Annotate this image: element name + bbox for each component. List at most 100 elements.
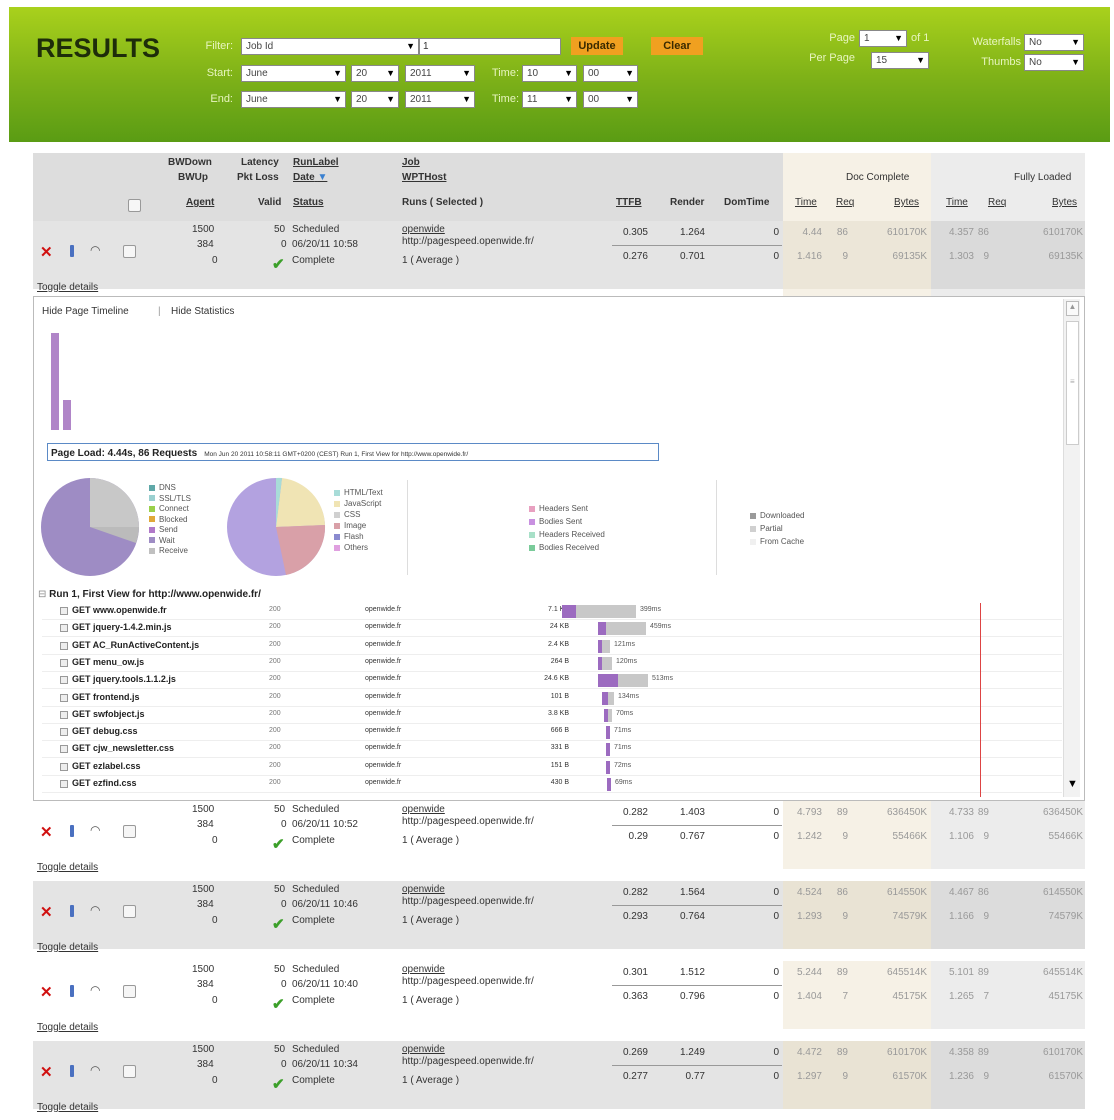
toggle-details-link[interactable]: Toggle details [37,282,98,293]
row-checkbox[interactable] [123,245,136,258]
job-link[interactable]: openwide [402,1044,445,1055]
run-title: ⊟ Run 1, First View for http://www.openw… [38,589,261,600]
gauge-icon[interactable]: ◠ [90,1063,100,1077]
gauge-icon[interactable]: ◠ [90,243,100,257]
filter-input[interactable]: 1 [419,38,561,55]
expand-icon[interactable] [60,693,68,702]
legend-swatch [750,512,756,519]
col-full-time[interactable]: Time [946,197,968,208]
gauge-icon[interactable]: ◠ [90,983,100,997]
col-agent[interactable]: Agent [186,197,214,208]
scrollbar-thumb[interactable]: ≡ [1066,321,1079,445]
scroll-down-icon[interactable]: ▼ [1066,778,1079,793]
col-status[interactable]: Status [293,197,324,208]
col-wpthost[interactable]: WPTHost [402,172,446,183]
job-link[interactable]: openwide [402,224,445,235]
expand-icon[interactable] [60,624,68,633]
end-month-select[interactable]: June ▼ [241,91,346,108]
ttfb-value-first: 0.269 [622,1047,648,1058]
start-hour-select[interactable]: 10 ▼ [522,65,577,82]
edit-icon[interactable] [70,905,74,917]
delete-icon[interactable]: ✕ [40,823,53,841]
per-page-select[interactable]: 15 ▼ [871,52,929,69]
job-link[interactable]: openwide [402,884,445,895]
job-link[interactable]: openwide [402,964,445,975]
expand-icon[interactable] [60,710,68,719]
end-day-select[interactable]: 20 ▼ [351,91,399,108]
legend-item: Headers Sent [529,504,588,513]
delete-icon[interactable]: ✕ [40,903,53,921]
row-checkbox[interactable] [123,985,136,998]
end-minute-select[interactable]: 00 ▼ [583,91,638,108]
col-full-req[interactable]: Req [988,197,1006,208]
gauge-icon[interactable]: ◠ [90,903,100,917]
gauge-icon[interactable]: ◠ [90,823,100,837]
col-doc-req[interactable]: Req [836,197,854,208]
edit-icon[interactable] [70,825,74,837]
expand-icon[interactable] [60,728,68,737]
toggle-details-link[interactable]: Toggle details [37,862,98,873]
waterfall-row[interactable]: GET jquery.tools.1.1.2.js 200 openwide.f… [42,672,1062,690]
thumbs-select[interactable]: No ▼ [1024,54,1084,71]
row-divider [612,1065,782,1066]
waterfall-row[interactable]: GET AC_RunActiveContent.js 200 openwide.… [42,638,1062,655]
col-doc-bytes[interactable]: Bytes [894,197,919,208]
col-job[interactable]: Job [402,157,420,168]
delete-icon[interactable]: ✕ [40,983,53,1001]
expand-icon[interactable] [60,745,68,754]
waterfall-row[interactable]: GET www.openwide.fr 200 openwide.fr 7.1 … [42,603,1062,620]
row-checkbox[interactable] [123,825,136,838]
col-full-bytes[interactable]: Bytes [1052,197,1077,208]
edit-icon[interactable] [70,985,74,997]
waterfall-row[interactable]: GET menu_ow.js 200 openwide.fr 264 B 120… [42,655,1062,672]
end-year-select[interactable]: 2011 ▼ [405,91,475,108]
job-link[interactable]: openwide [402,804,445,815]
page-select[interactable]: 1 ▼ [859,30,907,47]
waterfall-row[interactable]: GET ezfind.css 200 openwide.fr 430 B 69m… [42,776,1062,793]
hide-timeline-link[interactable]: Hide Page Timeline [42,306,129,317]
expand-icon[interactable] [60,762,68,771]
hide-stats-link[interactable]: Hide Statistics [171,306,234,317]
delete-icon[interactable]: ✕ [40,243,53,261]
start-year-select[interactable]: 2011 ▼ [405,65,475,82]
toggle-details-link[interactable]: Toggle details [37,1102,98,1113]
legend-item: Downloaded [750,511,804,520]
col-ttfb[interactable]: TTFB [616,197,642,208]
dr-value-first: 89 [836,807,848,818]
start-month-select[interactable]: June ▼ [241,65,346,82]
expand-icon[interactable] [60,780,68,788]
scrollbar[interactable]: ▲ ≡ ▼ [1063,299,1080,797]
start-minute-select[interactable]: 00 ▼ [583,65,638,82]
col-doc-time[interactable]: Time [795,197,817,208]
row-checkbox[interactable] [123,1065,136,1078]
waterfall-row[interactable]: GET jquery-1.4.2.min.js 200 openwide.fr … [42,620,1062,638]
pktloss-value: 0 [281,899,287,910]
end-hour-select[interactable]: 11 ▼ [522,91,577,108]
waterfalls-select[interactable]: No ▼ [1024,34,1084,51]
waterfall-row[interactable]: GET debug.css 200 openwide.fr 666 B 71ms [42,724,1062,742]
edit-icon[interactable] [70,1065,74,1077]
expand-icon[interactable] [60,641,68,650]
waterfall-row[interactable]: GET ezlabel.css 200 openwide.fr 151 B 72… [42,759,1062,776]
legend-item: Blocked [149,515,187,524]
delete-icon[interactable]: ✕ [40,1063,53,1081]
filter-select[interactable]: Job Id ▼ [241,38,419,55]
start-day-select[interactable]: 20 ▼ [351,65,399,82]
waterfall-row[interactable]: GET cjw_newsletter.css 200 openwide.fr 3… [42,741,1062,759]
select-all-checkbox[interactable] [128,199,141,212]
waterfall-row[interactable]: GET frontend.js 200 openwide.fr 101 B 13… [42,690,1062,707]
clear-button[interactable]: Clear [651,37,703,55]
toggle-details-link[interactable]: Toggle details [37,1022,98,1033]
col-runlabel[interactable]: RunLabel [293,157,339,168]
expand-icon[interactable] [60,676,68,685]
update-button[interactable]: Update [571,37,623,55]
expand-icon[interactable] [60,607,68,615]
edit-icon[interactable] [70,245,74,257]
col-date[interactable]: Date ▼ [293,172,327,183]
expand-icon[interactable] [60,658,68,667]
toggle-details-link[interactable]: Toggle details [37,942,98,953]
onload-marker [980,603,981,797]
waterfall-row[interactable]: GET swfobject.js 200 openwide.fr 3.8 KB … [42,707,1062,724]
row-checkbox[interactable] [123,905,136,918]
scroll-up-icon[interactable]: ▲ [1066,301,1079,316]
